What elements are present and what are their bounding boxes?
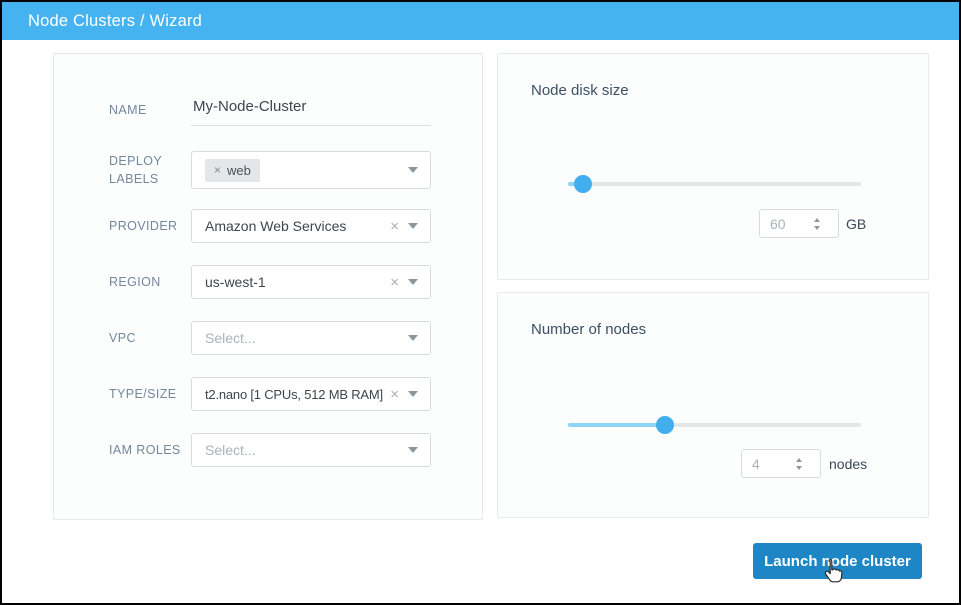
app-window: Node Clusters / Wizard NAME DEPLOY LABEL…	[0, 0, 961, 605]
provider-row: PROVIDER Amazon Web Services ×	[54, 209, 482, 243]
launch-node-cluster-button[interactable]: Launch node cluster	[753, 543, 922, 579]
vpc-placeholder: Select...	[205, 330, 408, 346]
node-count-title: Number of nodes	[531, 321, 646, 338]
provider-value: Amazon Web Services	[205, 218, 390, 234]
type-size-row: TYPE/SIZE t2.nano [1 CPUs, 512 MB RAM] ×	[54, 377, 482, 411]
arrow-up-icon[interactable]	[814, 218, 820, 222]
stepper-arrows[interactable]	[796, 458, 802, 470]
region-value: us-west-1	[205, 274, 390, 290]
type-size-select[interactable]: t2.nano [1 CPUs, 512 MB RAM] ×	[191, 377, 431, 411]
type-size-label: TYPE/SIZE	[109, 385, 181, 403]
deploy-label-chip[interactable]: × web	[205, 159, 260, 182]
chip-label: web	[227, 163, 251, 178]
arrow-down-icon[interactable]	[796, 466, 802, 470]
region-row: REGION us-west-1 ×	[54, 265, 482, 299]
iam-roles-select[interactable]: Select...	[191, 433, 431, 467]
chevron-down-icon[interactable]	[408, 223, 418, 229]
slider-handle[interactable]	[656, 416, 674, 434]
stepper-arrows[interactable]	[814, 218, 820, 230]
vpc-label: VPC	[109, 329, 181, 347]
arrow-up-icon[interactable]	[796, 458, 802, 462]
iam-roles-placeholder: Select...	[205, 442, 408, 458]
arrow-down-icon[interactable]	[814, 226, 820, 230]
deploy-labels-select[interactable]: × web	[191, 151, 431, 189]
page-title: Node Clusters / Wizard	[28, 2, 202, 40]
iam-roles-row: IAM ROLES Select...	[54, 433, 482, 467]
type-size-value: t2.nano [1 CPUs, 512 MB RAM]	[205, 387, 390, 402]
name-input[interactable]	[191, 93, 431, 126]
region-label: REGION	[109, 273, 181, 291]
chevron-down-icon[interactable]	[408, 447, 418, 453]
chevron-down-icon[interactable]	[408, 279, 418, 285]
chip-remove-icon[interactable]: ×	[214, 163, 221, 177]
cluster-form-panel: NAME DEPLOY LABELS ×web PROVIDER Amazon	[53, 53, 483, 520]
deploy-labels-row: DEPLOY LABELS × web	[54, 151, 482, 189]
provider-select[interactable]: Amazon Web Services ×	[191, 209, 431, 243]
chevron-down-icon[interactable]	[408, 391, 418, 397]
node-count-unit: nodes	[829, 456, 867, 472]
disk-size-slider[interactable]	[568, 175, 861, 193]
disk-size-stepper[interactable]	[759, 209, 839, 238]
provider-label: PROVIDER	[109, 217, 181, 235]
name-label: NAME	[109, 100, 181, 118]
disk-size-input[interactable]	[760, 216, 812, 232]
slider-fill	[568, 423, 665, 427]
vpc-select[interactable]: Select...	[191, 321, 431, 355]
disk-size-title: Node disk size	[531, 82, 629, 99]
node-count-panel: Number of nodes nodes	[497, 292, 929, 518]
slider-handle[interactable]	[574, 175, 592, 193]
node-count-stepper[interactable]	[741, 449, 821, 478]
page-header: Node Clusters / Wizard	[2, 2, 959, 40]
name-row: NAME	[54, 93, 482, 126]
slider-track[interactable]	[568, 182, 861, 186]
disk-size-unit: GB	[846, 216, 866, 232]
iam-roles-label: IAM ROLES	[109, 441, 181, 459]
node-count-slider[interactable]	[568, 416, 861, 434]
node-count-input[interactable]	[742, 456, 794, 472]
deploy-labels-label: DEPLOY LABELS	[109, 152, 181, 188]
vpc-row: VPC Select...	[54, 321, 482, 355]
clear-icon[interactable]: ×	[390, 219, 399, 234]
clear-icon[interactable]: ×	[390, 387, 399, 402]
disk-size-panel: Node disk size GB	[497, 53, 929, 280]
region-select[interactable]: us-west-1 ×	[191, 265, 431, 299]
chevron-down-icon[interactable]	[408, 335, 418, 341]
chevron-down-icon[interactable]	[408, 167, 418, 173]
clear-icon[interactable]: ×	[390, 275, 399, 290]
